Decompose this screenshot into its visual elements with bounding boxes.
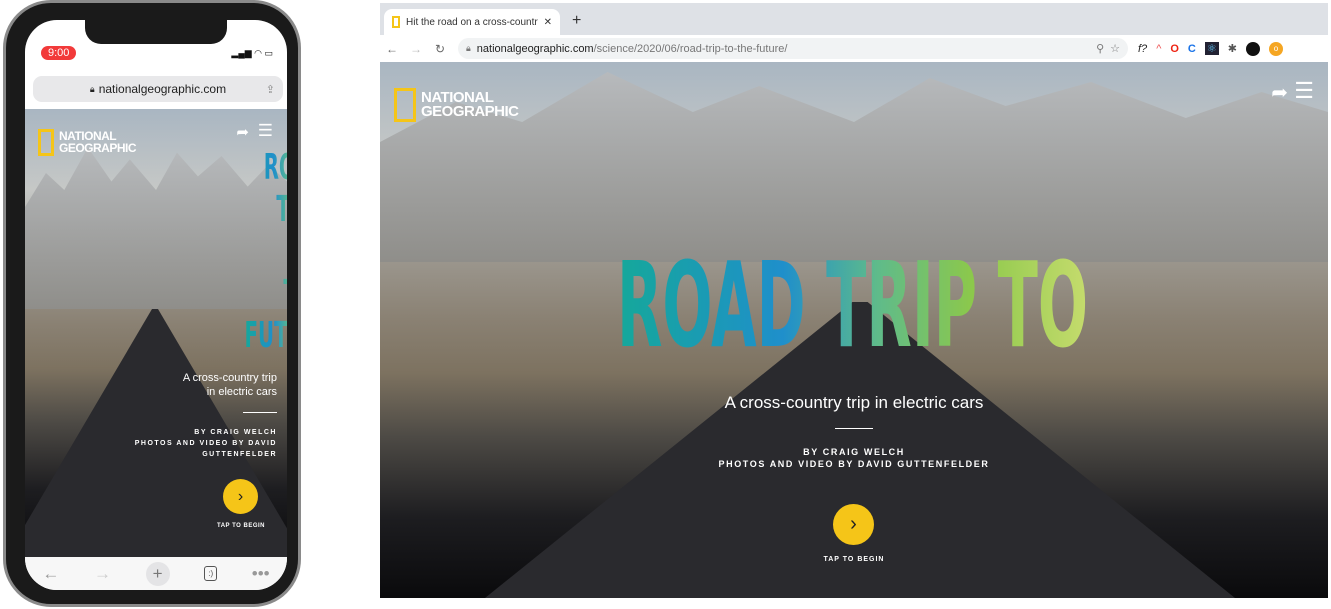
browser-toolbar: ← → ↻ 🔒︎ nationalgeographic.com/science/… bbox=[380, 35, 1328, 62]
share-icon[interactable]: ⇪ bbox=[266, 83, 275, 96]
begin-button[interactable]: › bbox=[223, 479, 258, 514]
logo-line: GEOGRAPHIC bbox=[59, 140, 137, 155]
back-icon[interactable]: ← bbox=[380, 42, 404, 56]
zoom-icon[interactable]: ⚲ bbox=[1096, 42, 1104, 55]
extensions: f? ^ O C ⚛ ✱ o bbox=[1138, 41, 1283, 56]
close-tab-icon[interactable]: ✕ bbox=[544, 17, 552, 28]
rainbow-extension-icon[interactable]: ^ bbox=[1156, 43, 1161, 55]
credit: PHOTOS AND VIDEO BY DAVID GUTTENFELDER bbox=[718, 459, 990, 469]
more-icon[interactable]: ••• bbox=[252, 564, 270, 584]
divider bbox=[243, 412, 277, 413]
tab-title: Hit the road on a cross-country bbox=[406, 16, 538, 28]
mobile-url-bar[interactable]: 🔒︎ nationalgeographic.com ⇪ bbox=[33, 76, 283, 102]
hero-title: ROAD TRIP TO THE FUTURE bbox=[617, 236, 1328, 374]
cta-label[interactable]: TAP TO BEGIN bbox=[210, 523, 272, 529]
url-path: /science/2020/06/road-trip-to-the-future… bbox=[593, 42, 788, 55]
bookmark-star-icon[interactable]: ☆ bbox=[1110, 42, 1120, 55]
url-text: nationalgeographic.com/science/2020/06/r… bbox=[477, 43, 788, 55]
favicon-icon bbox=[392, 16, 400, 28]
cta-label[interactable]: TAP TO BEGIN bbox=[380, 556, 1328, 563]
natgeo-logo[interactable]: NATIONAL GEOGRAPHIC bbox=[38, 129, 137, 156]
logo-line: GEOGRAPHIC bbox=[421, 103, 519, 120]
mobile-hero: NATIONALGEOGRAPHIC ➦ ☰ ROAD TRIP TO THE … bbox=[25, 109, 287, 557]
title-line: FUTURE bbox=[245, 315, 288, 357]
byline: BY CRAIG WELCH bbox=[803, 447, 905, 457]
title-line: TRIP TO bbox=[245, 189, 287, 273]
mountains bbox=[380, 72, 1328, 262]
byline: BY CRAIG WELCH bbox=[194, 429, 277, 436]
share-arrow-icon[interactable]: ➦ bbox=[1271, 80, 1288, 105]
menu-icon[interactable]: ☰ bbox=[258, 121, 273, 141]
natgeo-logo[interactable]: NATIONAL GEOGRAPHIC bbox=[394, 88, 519, 122]
phone-mockup: 9:00 ▂▄▆ ◠ ▭ 🔒︎ nationalgeographic.com ⇪… bbox=[3, 0, 301, 607]
react-extension-icon[interactable]: ⚛ bbox=[1204, 42, 1219, 55]
phone-notch bbox=[85, 20, 227, 44]
hero-subtitle: A cross-country trip in electric cars bbox=[724, 393, 984, 412]
desktop-browser: Hit the road on a cross-country ✕ + ← → … bbox=[380, 3, 1328, 598]
forward-icon[interactable]: → bbox=[94, 564, 111, 584]
url-domain: nationalgeographic.com bbox=[476, 42, 594, 55]
title-line: THE bbox=[245, 273, 287, 315]
title-line: ROAD bbox=[245, 147, 287, 189]
forward-icon[interactable]: → bbox=[404, 42, 428, 56]
hero-section: NATIONAL GEOGRAPHIC ➦ ☰ ROAD TRIP TO THE … bbox=[380, 62, 1328, 598]
mobile-bottom-toolbar: ← → + :) ••• bbox=[25, 557, 287, 590]
phone-screen: 9:00 ▂▄▆ ◠ ▭ 🔒︎ nationalgeographic.com ⇪… bbox=[25, 20, 287, 590]
share-arrow-icon[interactable]: ➦ bbox=[236, 123, 249, 141]
credit: PHOTOS AND VIDEO BY DAVID GUTTENFELDER bbox=[134, 440, 277, 458]
lock-icon: 🔒︎ bbox=[466, 43, 471, 53]
divider bbox=[835, 428, 873, 429]
orange-extension-icon[interactable]: o bbox=[1268, 41, 1283, 56]
puzzle-extensions-icon[interactable]: ✱ bbox=[1228, 42, 1237, 55]
profile-avatar[interactable] bbox=[1245, 41, 1260, 56]
new-tab-button[interactable]: + bbox=[572, 12, 581, 30]
blue-extension-icon[interactable]: C bbox=[1188, 43, 1196, 55]
menu-icon[interactable]: ☰ bbox=[1294, 78, 1314, 104]
begin-button[interactable]: › bbox=[833, 504, 874, 545]
back-icon[interactable]: ← bbox=[42, 564, 59, 584]
new-tab-icon[interactable]: + bbox=[145, 561, 170, 586]
status-time: 9:00 bbox=[41, 46, 77, 60]
tabs-icon[interactable]: :) bbox=[204, 566, 218, 581]
formula-extension-icon[interactable]: f? bbox=[1138, 43, 1147, 55]
opera-extension-icon[interactable]: O bbox=[1170, 43, 1179, 55]
mobile-url: nationalgeographic.com bbox=[98, 82, 227, 96]
mobile-title: ROAD TRIP TO THE FUTURE bbox=[177, 147, 288, 357]
browser-tab[interactable]: Hit the road on a cross-country ✕ bbox=[384, 9, 560, 35]
address-bar[interactable]: 🔒︎ nationalgeographic.com/science/2020/0… bbox=[458, 38, 1128, 59]
lock-icon: 🔒︎ bbox=[89, 83, 95, 94]
reload-icon[interactable]: ↻ bbox=[428, 42, 452, 56]
mobile-subtitle: A cross-country trip in electric cars bbox=[182, 372, 277, 398]
status-icons: ▂▄▆ ◠ ▭ bbox=[231, 48, 273, 58]
